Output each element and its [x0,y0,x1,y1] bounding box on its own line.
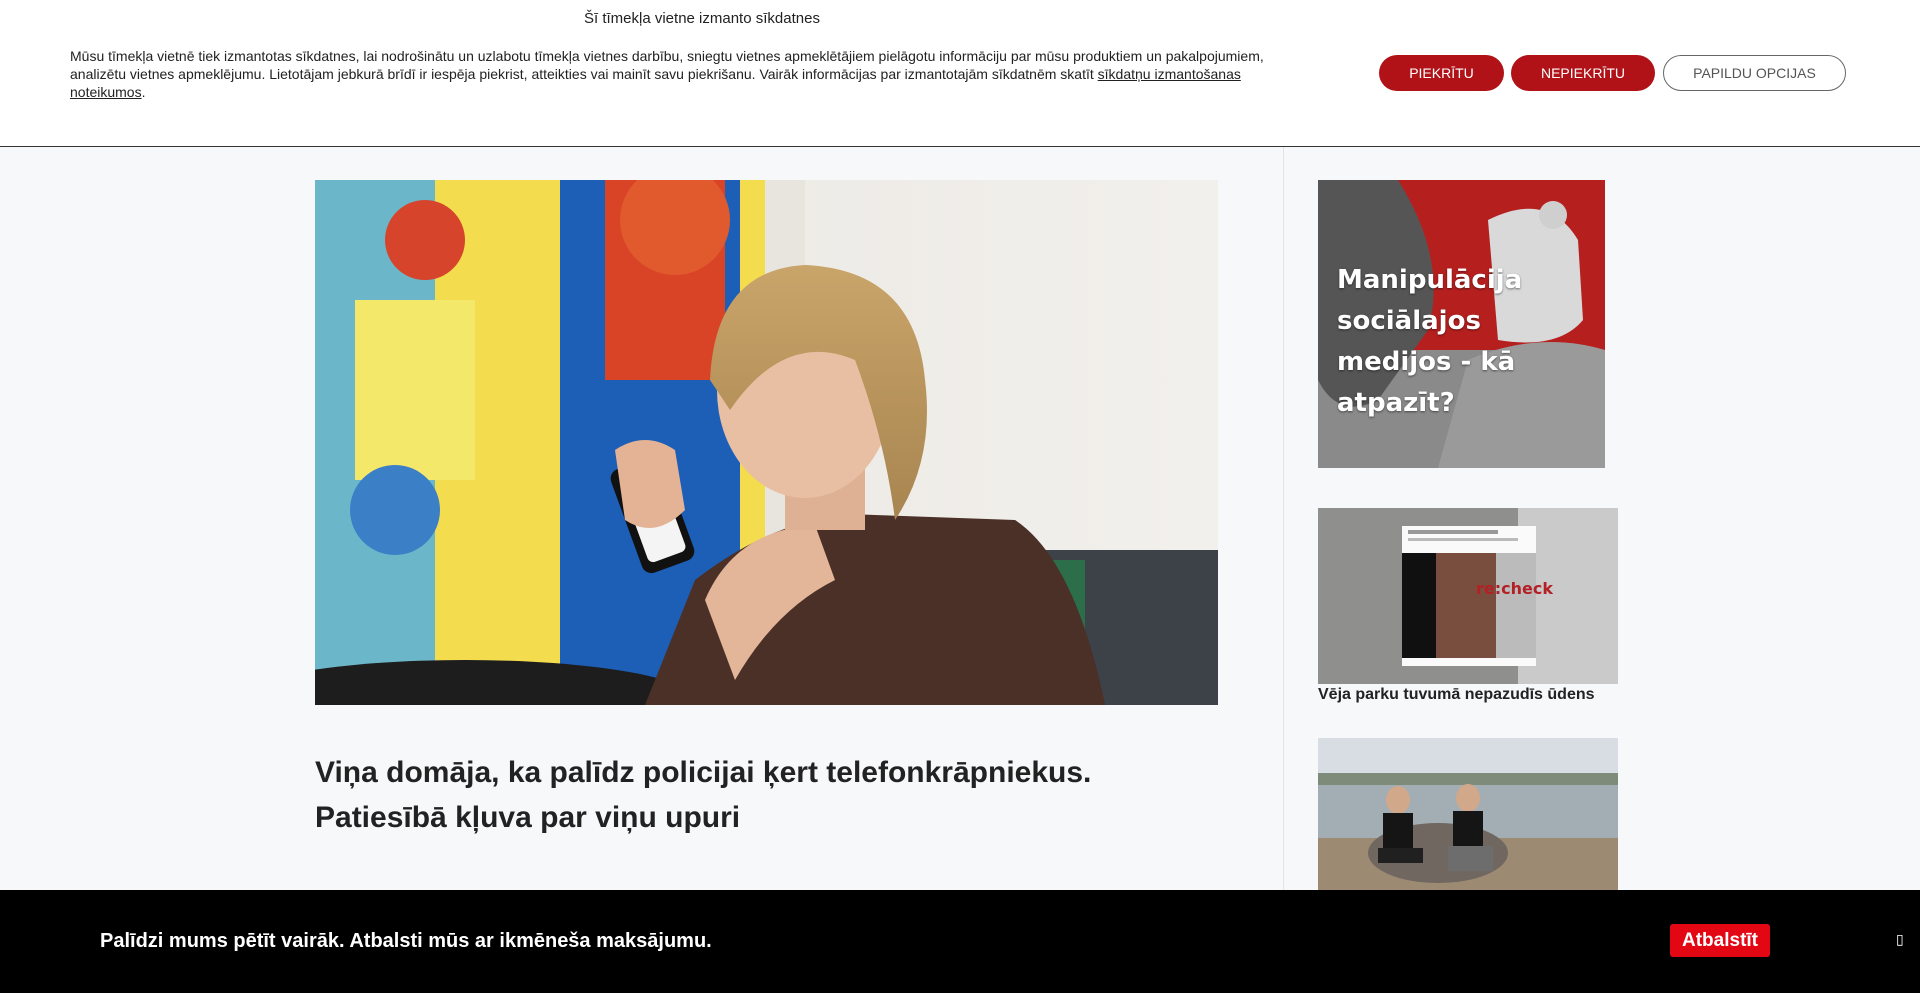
card-manipulation-text: Manipulācija sociālajos medijos - kā atp… [1337,265,1523,418]
support-bar-text: Palīdzi mums pētīt vairāk. Atbalsti mūs … [100,930,712,952]
close-icon[interactable]: ▯ [1896,930,1908,948]
cookie-banner-text: Mūsu tīmekļa vietnē tiek izmantotas sīkd… [70,47,1270,101]
sidebar-card-manipulation[interactable]: Manipulācija sociālajos medijos - kā atp… [1318,180,1605,468]
cookie-text-body: Mūsu tīmekļa vietnē tiek izmantotas sīkd… [70,48,1264,82]
cookie-banner: Šī tīmekļa vietne izmanto sīkdatnes Mūsu… [0,0,1920,147]
sidebar-card-recheck-image[interactable]: re:check [1318,508,1618,684]
article-title[interactable]: Viņa domāja, ka palīdz policijai ķert te… [315,750,1215,840]
card-recheck-image: re:check [1318,508,1618,684]
card-recheck-overlay: re:check [1476,579,1553,598]
decline-cookies-button[interactable]: NEPIEKRĪTU [1511,55,1655,91]
cookie-banner-title: Šī tīmekļa vietne izmanto sīkdatnes [584,10,820,27]
more-options-button[interactable]: PAPILDU OPCIJAS [1663,55,1846,91]
support-button[interactable]: Atbalstīt [1670,924,1770,957]
card-beach-image [1318,738,1618,898]
article-hero-image[interactable] [315,180,1218,705]
hero-photo [315,180,1218,705]
card-recheck-title[interactable]: Vēja parku tuvumā nepazudīs ūdens [1318,686,1595,704]
support-bar: Palīdzi mums pētīt vairāk. Atbalsti mūs … [0,890,1920,993]
accept-cookies-button[interactable]: PIEKRĪTU [1379,55,1504,91]
cookie-text-end: . [141,84,146,100]
sidebar-card-beach-image[interactable] [1318,738,1618,898]
